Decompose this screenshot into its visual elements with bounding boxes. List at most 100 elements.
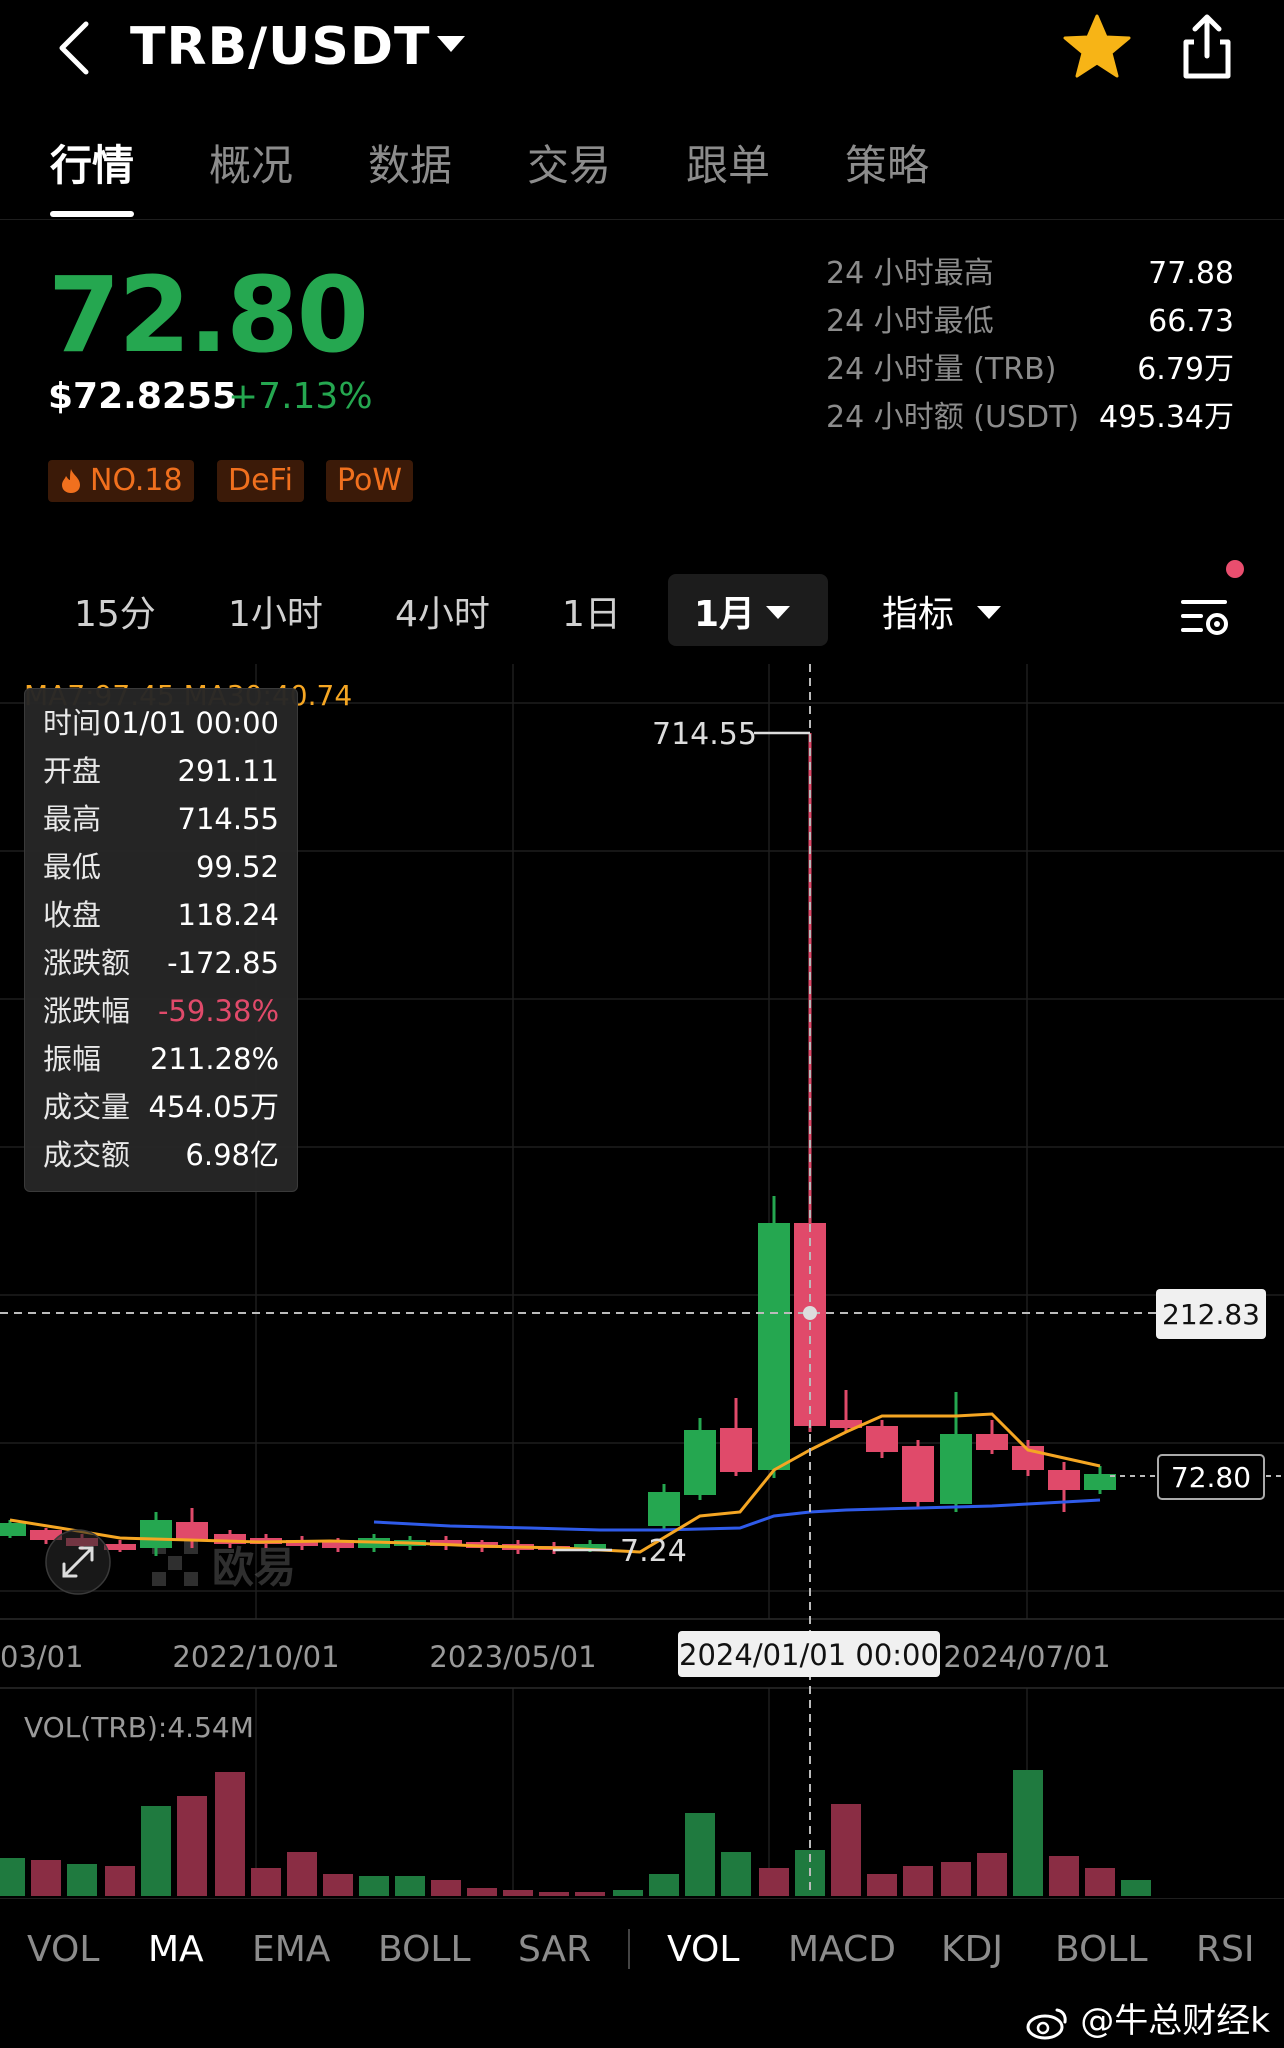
pair-title[interactable]: TRB/USDT [130,12,430,82]
volume-bar [977,1853,1007,1896]
sub-indicator-vol[interactable]: VOL [667,1925,739,1975]
sub-indicator-macd[interactable]: MACD [788,1925,896,1975]
crosshair-price-label: 212.83 [1162,1298,1260,1331]
crosshair-date-label: 2024/01/01 00:00 [679,1638,939,1672]
candle-body [866,1426,898,1452]
main-indicator-vol[interactable]: VOL [27,1925,99,1975]
volume-bar [1013,1770,1043,1896]
interval-15m[interactable]: 15分 [74,590,156,640]
main-indicator-ema[interactable]: EMA [252,1925,330,1975]
high-label: 714.55 [652,717,757,752]
tooltip-row-change: 涨跌额 -172.85 [43,946,279,980]
sub-indicator-boll[interactable]: BOLL [1055,1925,1148,1975]
volume-bar [431,1880,461,1896]
main-indicator-sar[interactable]: SAR [518,1925,591,1975]
volume-bar [141,1806,171,1896]
tab-strategy[interactable]: 策略 [845,136,929,196]
volume-bar [215,1772,245,1896]
defi-badge[interactable]: DeFi [217,460,304,502]
fullscreen-button[interactable] [45,1529,111,1595]
candle-body [720,1428,752,1472]
tab-trade[interactable]: 交易 [527,136,611,196]
tab-copy-trading[interactable]: 跟单 [686,136,770,196]
main-indicator-ma[interactable]: MA [148,1925,204,1975]
last-price: 72.80 [48,254,369,376]
favorite-button[interactable] [1062,12,1132,82]
usd-price: $72.8255 [48,376,238,417]
pow-badge[interactable]: PoW [326,460,414,502]
volume-bar [903,1866,933,1896]
watermark-text: @牛总财经k [1025,1996,1270,2046]
volume-bar [1049,1856,1079,1896]
interval-selector: 15分 1小时 4小时 1日 1月 指标 [0,570,1284,660]
stat-volume-value: 6.79万 [1137,352,1234,387]
indicator-caret-icon [977,606,1001,619]
candle-body [758,1223,790,1470]
header: TRB/USDT [0,0,1284,110]
change-percent: +7.13% [228,376,373,417]
volume-bar [575,1892,605,1896]
candle-body [176,1522,208,1540]
stat-turnover-label: 24 小时额 (USDT) [826,400,1080,435]
share-icon [1183,14,1231,79]
candle-body [976,1434,1008,1450]
interval-4h[interactable]: 4小时 [395,590,490,640]
stat-low-label: 24 小时最低 [826,304,994,339]
volume-bar [721,1852,751,1896]
stat-turnover-value: 495.34万 [1099,400,1234,435]
volume-bar [867,1874,897,1896]
interval-1h[interactable]: 1小时 [228,590,323,640]
notification-dot [1226,560,1244,578]
candle-body [684,1430,716,1495]
chart-settings-button[interactable] [1175,586,1235,646]
stat-volume-label: 24 小时量 (TRB) [826,352,1057,387]
tab-overview[interactable]: 概况 [209,136,293,196]
low-label: 7.24 [620,1534,687,1569]
x-label-3: 2024/07/01 [943,1640,1110,1674]
candle-body [104,1544,136,1550]
rank-badge-label: NO.18 [90,463,183,498]
main-indicator-boll[interactable]: BOLL [378,1925,471,1975]
interval-1m-label: 1月 [694,594,756,635]
tooltip-row-close: 收盘 118.24 [43,898,279,932]
volume-bar [177,1796,207,1896]
main-tabs: 行情 概况 数据 交易 跟单 策略 [0,130,1284,220]
volume-bar [287,1852,317,1896]
last-price-tag-label: 72.80 [1171,1461,1251,1494]
volume-bar [685,1813,715,1896]
tooltip-row-amplitude: 振幅 211.28% [43,1042,279,1076]
tab-market[interactable]: 行情 [50,136,134,196]
candle-body [940,1434,972,1504]
back-button[interactable] [50,18,110,78]
x-label-1: 2022/10/01 [172,1640,339,1674]
interval-caret-icon [766,606,790,619]
crosshair-point [803,1306,817,1320]
rank-badge[interactable]: NO.18 [48,460,194,502]
star-icon [1063,14,1131,78]
tab-data[interactable]: 数据 [368,136,452,196]
volume-bar [31,1860,61,1896]
volume-bar [503,1890,533,1896]
settings-list-icon [1181,600,1228,635]
sub-indicator-rsi[interactable]: RSI [1196,1925,1254,1975]
indicator-menu[interactable]: 指标 [882,590,954,640]
candle-tooltip: 时间 01/01 00:00 开盘 291.11 最高 714.55 最低 99.52 … [24,688,298,1192]
volume-bar [1121,1880,1151,1896]
indicator-bar: VOL MA EMA BOLL SAR VOL MACD KDJ BOLL RS… [0,1898,1284,1998]
volume-bars [0,1770,1151,1896]
volume-bar [1085,1868,1115,1896]
volume-bar [251,1868,281,1896]
volume-bar [323,1874,353,1896]
tooltip-row-high: 最高 714.55 [43,802,279,836]
exchange-logo-watermark: 欧易 [152,1540,296,1592]
interval-1d[interactable]: 1日 [562,590,621,640]
back-arrow-icon [59,21,89,75]
tooltip-row-change-pct: 涨跌幅 -59.38% [43,994,279,1028]
active-tab-indicator [50,211,134,217]
watermark-label: @牛总财经k [1080,2001,1270,2041]
pair-dropdown-caret-icon[interactable] [437,36,465,52]
share-button[interactable] [1172,12,1242,82]
volume-legend: VOL(TRB):4.54M [24,1711,254,1744]
volume-bar [0,1858,25,1896]
sub-indicator-kdj[interactable]: KDJ [941,1925,1003,1975]
